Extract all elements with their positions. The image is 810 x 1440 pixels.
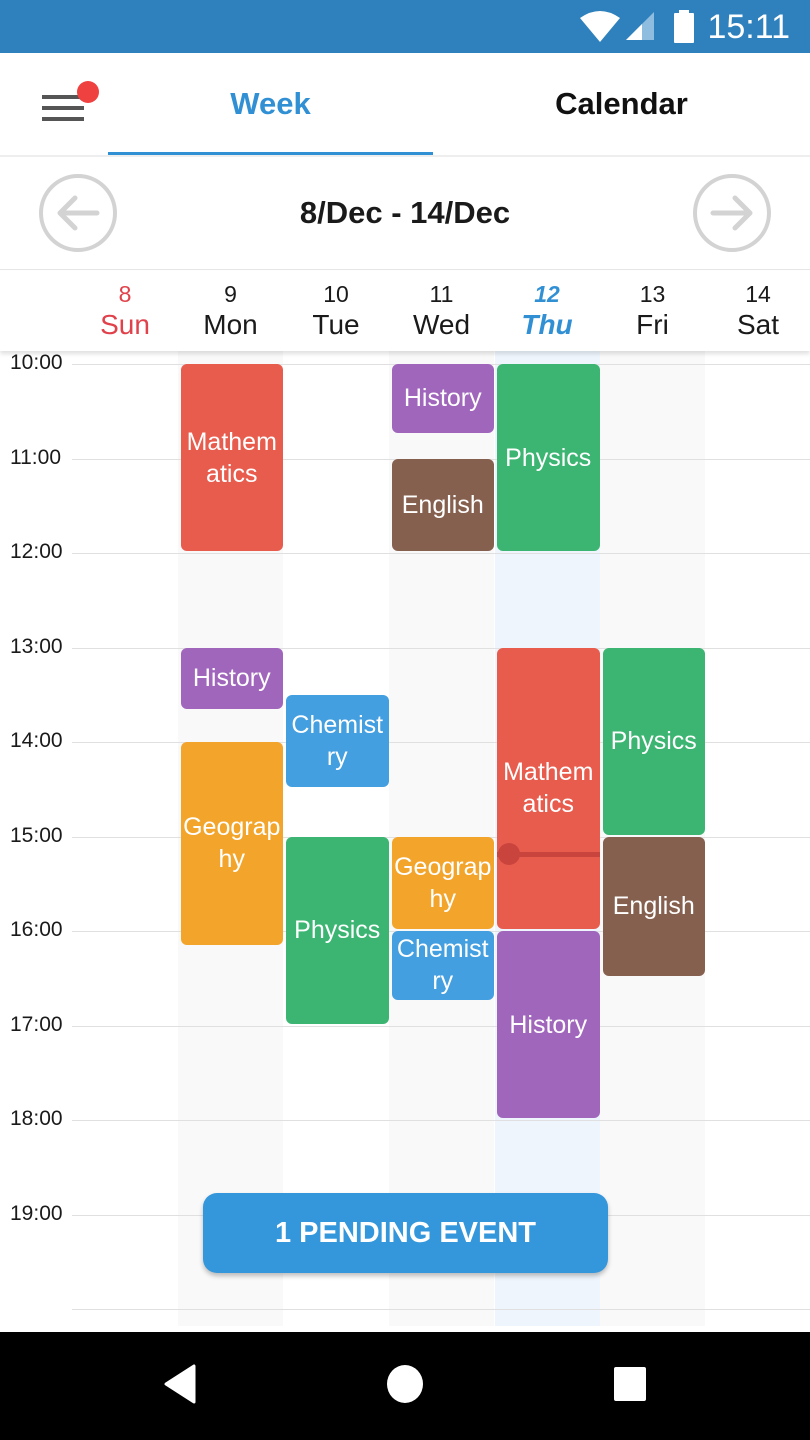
event-mathematics[interactable]: Mathematics bbox=[180, 364, 283, 551]
tab-active-indicator bbox=[108, 152, 433, 155]
pending-events-button[interactable]: 1 PENDING EVENT bbox=[203, 1193, 608, 1273]
event-history[interactable]: History bbox=[497, 931, 600, 1118]
hour-gridline bbox=[72, 1309, 810, 1310]
hour-gridline bbox=[72, 553, 810, 554]
menu-button[interactable] bbox=[34, 81, 104, 131]
app-bar: Week Calendar bbox=[0, 53, 810, 157]
cell-signal-icon bbox=[626, 12, 654, 40]
tab-week-label: Week bbox=[230, 86, 311, 121]
hour-label: 11:00 bbox=[10, 445, 61, 469]
current-time-dot bbox=[498, 842, 520, 865]
day-number: 11 bbox=[429, 281, 454, 307]
event-english[interactable]: English bbox=[391, 458, 494, 551]
hour-label: 16:00 bbox=[10, 918, 63, 941]
event-geography[interactable]: Geography bbox=[180, 742, 283, 945]
battery-icon bbox=[674, 10, 694, 43]
back-icon[interactable] bbox=[162, 1364, 198, 1404]
hour-label: 17:00 bbox=[10, 1012, 63, 1036]
day-name: Tue bbox=[312, 309, 360, 340]
event-history[interactable]: History bbox=[391, 364, 494, 433]
hour-gridline bbox=[72, 1120, 810, 1121]
hour-label: 19:00 bbox=[10, 1201, 63, 1225]
hour-label: 13:00 bbox=[10, 634, 63, 658]
day-name: Sat bbox=[736, 309, 780, 340]
week-range-title: 8/Dec - 14/Dec bbox=[299, 195, 511, 230]
event-physics[interactable]: Physics bbox=[286, 836, 389, 1024]
day-header-tue[interactable]: 10 Tue bbox=[283, 271, 389, 351]
day-header-fri[interactable]: 13 Fri bbox=[600, 271, 706, 351]
event-chemistry[interactable]: Chemistry bbox=[391, 931, 494, 1000]
status-time: 15:11 bbox=[707, 8, 790, 46]
hour-label: 15:00 bbox=[10, 823, 63, 847]
hour-label: 14:00 bbox=[10, 729, 63, 752]
days-header: 8 Sun 9 Mon 10 Tue 11 Wed 12 Thu 13 Fri 14 Sat bbox=[0, 271, 810, 351]
next-week-button[interactable] bbox=[693, 174, 771, 252]
tab-week[interactable]: Week bbox=[108, 53, 433, 155]
event-geography[interactable]: Geography bbox=[391, 836, 494, 929]
status-bar: 15:11 bbox=[0, 0, 810, 53]
day-name: Mon bbox=[203, 309, 258, 340]
day-name: Wed bbox=[412, 309, 471, 340]
tab-calendar-label: Calendar bbox=[555, 86, 688, 121]
day-header-mon[interactable]: 9 Mon bbox=[178, 271, 284, 351]
day-header-thu[interactable]: 12 Thu bbox=[494, 271, 600, 351]
hour-label: 12:00 bbox=[10, 540, 63, 563]
arrow-right-icon bbox=[710, 195, 753, 231]
day-number: 8 bbox=[118, 281, 132, 307]
day-name: Thu bbox=[521, 309, 573, 340]
day-header-wed[interactable]: 11 Wed bbox=[389, 271, 495, 351]
day-header-sun[interactable]: 8 Sun bbox=[72, 271, 178, 351]
day-header-sat[interactable]: 14 Sat bbox=[705, 271, 810, 351]
week-grid: 10:00 11:00 12:00 13:00 14:00 15:00 16:00 17:00… bbox=[0, 351, 810, 1332]
day-number: 13 bbox=[639, 281, 666, 307]
hour-label: 10:00 bbox=[10, 351, 63, 374]
day-number: 12 bbox=[534, 281, 560, 307]
wifi-icon bbox=[580, 11, 620, 42]
day-name: Sun bbox=[100, 309, 150, 340]
tab-calendar[interactable]: Calendar bbox=[433, 53, 810, 155]
recents-icon[interactable] bbox=[612, 1364, 648, 1404]
event-mathematics[interactable]: Mathematics bbox=[497, 647, 600, 929]
event-physics[interactable]: Physics bbox=[602, 647, 705, 835]
day-name: Fri bbox=[636, 309, 669, 340]
home-icon[interactable] bbox=[386, 1364, 424, 1404]
day-number: 9 bbox=[224, 281, 237, 307]
event-physics[interactable]: Physics bbox=[497, 364, 600, 551]
hour-gridline bbox=[72, 1025, 810, 1027]
notification-dot bbox=[77, 81, 99, 103]
day-number: 10 bbox=[323, 281, 349, 307]
day-number: 14 bbox=[745, 281, 771, 307]
week-navigator: 8/Dec - 14/Dec bbox=[0, 157, 810, 270]
system-nav-bar bbox=[0, 1332, 810, 1440]
hour-label: 18:00 bbox=[10, 1107, 63, 1130]
event-chemistry[interactable]: Chemistry bbox=[286, 694, 389, 788]
event-history[interactable]: History bbox=[180, 647, 283, 709]
event-english[interactable]: English bbox=[602, 836, 705, 977]
